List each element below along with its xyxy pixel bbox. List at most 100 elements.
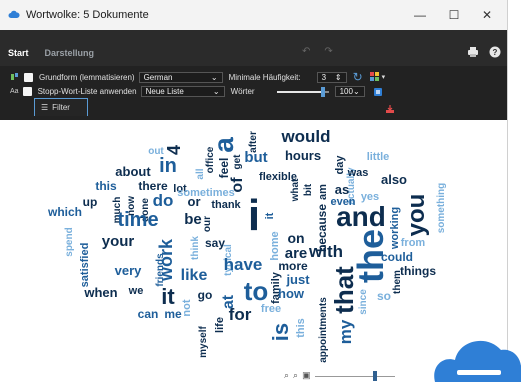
word-would[interactable]: would (280, 127, 330, 146)
word-about[interactable]: about (115, 164, 151, 179)
word-not[interactable]: not (181, 299, 193, 316)
word-just[interactable]: just (285, 272, 310, 287)
word-we[interactable]: we (128, 285, 144, 297)
word-on[interactable]: on (287, 230, 304, 246)
word-think[interactable]: think (190, 236, 201, 260)
close-button[interactable]: ✕ (470, 0, 504, 30)
word-for[interactable]: for (229, 305, 252, 324)
word-how[interactable]: how (278, 286, 305, 301)
word-this[interactable]: this (295, 318, 307, 338)
zoom-out-icon[interactable]: ⌕ (284, 370, 289, 381)
word-get[interactable]: get (232, 154, 243, 170)
palette-dropdown-icon[interactable]: ▾ (382, 73, 386, 81)
minimize-button[interactable]: — (403, 0, 437, 30)
word-your[interactable]: your (102, 233, 135, 250)
tab-darstellung[interactable]: Darstellung (37, 46, 103, 60)
word-day[interactable]: day (334, 155, 346, 175)
word-and[interactable]: and (336, 201, 386, 232)
word-i[interactable]: i (248, 191, 260, 240)
word-also[interactable]: also (381, 172, 407, 187)
svg-text:?: ? (493, 48, 498, 57)
word-free[interactable]: free (261, 303, 281, 315)
word-office[interactable]: office (205, 146, 216, 173)
word-hours[interactable]: hours (285, 148, 321, 163)
word-am[interactable]: am (317, 184, 329, 200)
refresh-icon[interactable]: ↻ (353, 70, 363, 84)
word-as[interactable]: as (335, 182, 349, 197)
lemma-checkbox[interactable] (24, 72, 33, 82)
maximize-button[interactable]: ☐ (437, 0, 471, 30)
print-icon[interactable] (467, 46, 479, 58)
word-was[interactable]: was (347, 167, 369, 179)
word-like[interactable]: like (181, 267, 208, 284)
word-have[interactable]: have (224, 255, 263, 274)
word-satisfied[interactable]: satisfied (79, 243, 91, 288)
word-could[interactable]: could (381, 250, 413, 264)
export-icon[interactable] (385, 104, 395, 114)
word-is[interactable]: is (268, 323, 293, 341)
word-do[interactable]: do (153, 191, 174, 210)
word-very[interactable]: very (115, 263, 143, 278)
word-that[interactable]: that (329, 266, 359, 314)
word-appointments[interactable]: appointments (318, 297, 329, 363)
word-our[interactable]: our (202, 216, 213, 232)
zoom-fit-icon[interactable]: ▣ (302, 370, 311, 381)
stopword-list-select[interactable]: Neue Liste ⌄ (140, 86, 225, 97)
word-so[interactable]: so (377, 289, 391, 303)
word-what[interactable]: what (290, 178, 301, 202)
zoom-in-icon[interactable]: ⌕ (293, 370, 298, 381)
word-friends[interactable]: friends (155, 253, 166, 287)
word-time[interactable]: time (117, 209, 158, 231)
word-up[interactable]: up (83, 195, 98, 209)
word-to[interactable]: to (244, 276, 269, 306)
word-spend[interactable]: spend (64, 227, 75, 256)
stopword-checkbox[interactable] (22, 87, 32, 96)
word-out[interactable]: out (148, 146, 164, 157)
ribbon-area: Start Darstellung ↶ ↷ ? Grundform (lemma… (0, 30, 507, 120)
help-icon[interactable]: ? (489, 46, 501, 58)
title-bar: Wortwolke: 5 Dokumente — ☐ ✕ (0, 0, 507, 30)
word-thank[interactable]: thank (211, 199, 241, 211)
word-life[interactable]: life (214, 317, 226, 333)
word-this[interactable]: this (95, 179, 117, 193)
word-me[interactable]: me (164, 307, 182, 321)
zoom-slider[interactable] (314, 370, 395, 381)
min-freq-input[interactable]: 3 ⇕ (316, 71, 347, 83)
word-go[interactable]: go (198, 288, 213, 302)
word-my[interactable]: my (336, 319, 355, 344)
redo-icon[interactable]: ↷ (324, 46, 332, 57)
word-little[interactable]: little (367, 151, 390, 163)
word-it[interactable]: it (161, 284, 175, 309)
words-select[interactable]: 100 ⌄ (334, 86, 365, 97)
word-myself[interactable]: myself (198, 325, 209, 357)
ribbon-tabs: Start Darstellung (0, 46, 102, 60)
word-you[interactable]: you (403, 194, 430, 237)
word-it[interactable]: it (264, 212, 276, 219)
copy-icon[interactable] (373, 87, 383, 97)
word-from[interactable]: from (401, 237, 426, 249)
word-can[interactable]: can (138, 307, 159, 321)
word-feel[interactable]: feel (217, 158, 231, 179)
word-more[interactable]: more (278, 259, 308, 273)
word-when[interactable]: when (83, 285, 117, 300)
word-things[interactable]: things (400, 264, 436, 278)
word-which[interactable]: which (47, 205, 82, 219)
filter-button[interactable]: ☰ Filter (34, 98, 88, 116)
word-bit[interactable]: bit (303, 183, 314, 196)
word-4[interactable]: 4 (164, 145, 184, 155)
undo-icon[interactable]: ↶ (302, 46, 310, 57)
word-be[interactable]: be (184, 211, 202, 228)
word-sometimes[interactable]: sometimes (177, 187, 234, 199)
word-home[interactable]: home (269, 231, 281, 260)
word-but[interactable]: but (244, 149, 267, 166)
words-slider-thumb[interactable] (321, 86, 326, 97)
color-palette-icon[interactable] (369, 71, 381, 83)
tab-start[interactable]: Start (0, 46, 37, 60)
word-in[interactable]: in (159, 155, 177, 177)
words-slider[interactable] (276, 86, 329, 97)
word-since[interactable]: since (358, 289, 369, 315)
zoom-slider-thumb[interactable] (372, 370, 377, 381)
word-something[interactable]: something (436, 183, 447, 234)
language-select[interactable]: German ⌄ (138, 71, 223, 83)
word-with[interactable]: with (308, 242, 343, 261)
